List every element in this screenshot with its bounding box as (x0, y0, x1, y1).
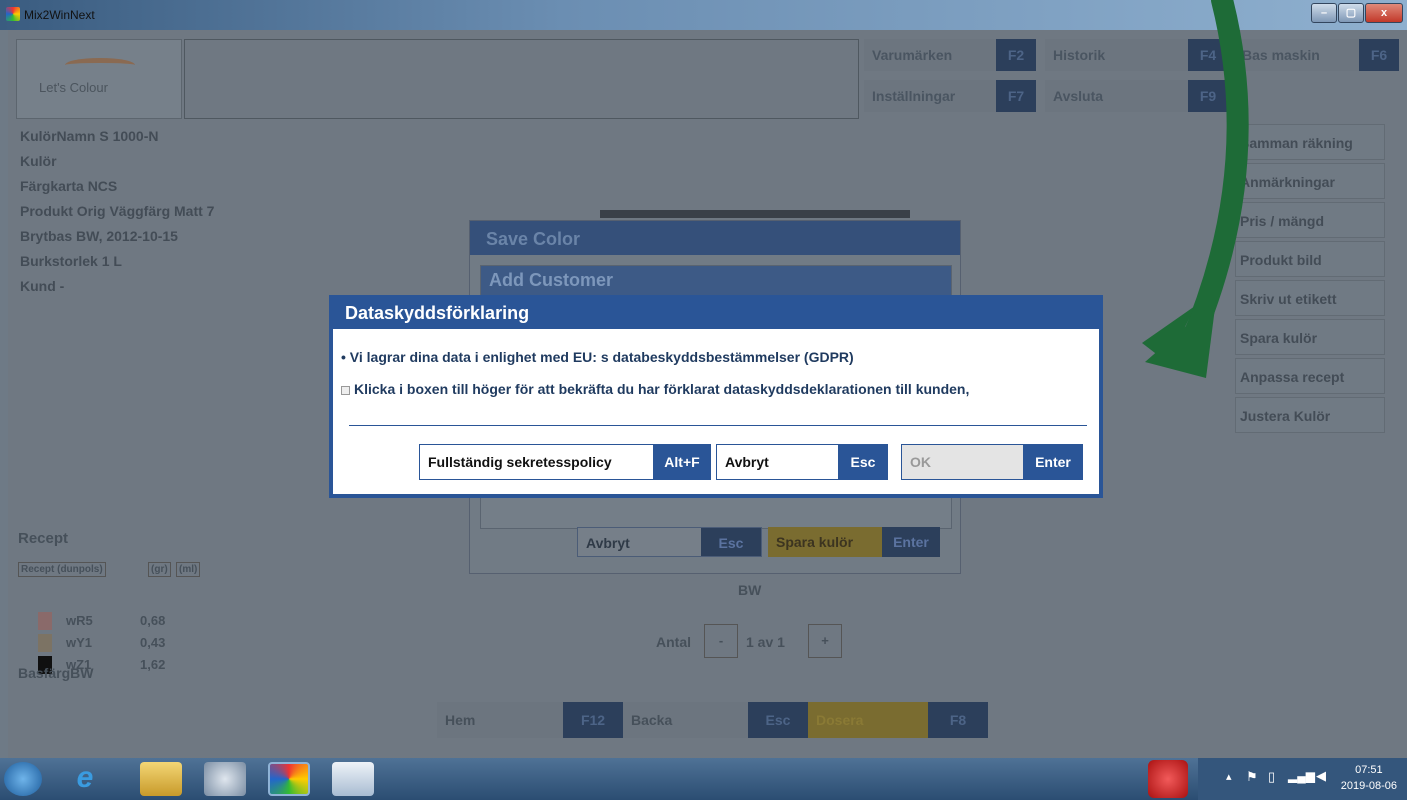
recipe-color-swatch (38, 612, 52, 630)
dialog-ok-button[interactable]: OK Enter (901, 444, 1083, 480)
paint-icon[interactable] (204, 762, 246, 796)
privacy-policy-button[interactable]: Fullständig sekretesspolicy Alt+F (419, 444, 711, 480)
antal-plus-button[interactable]: + (808, 624, 842, 658)
recipe-title: Recept (18, 530, 69, 547)
add-customer-title: Add Customer (481, 266, 951, 296)
system-tray: ▴ ⚑ ▯ ▂▄▆ ◀ 07:51 2019-08-06 (1148, 758, 1407, 800)
antal-count: 1 av 1 (746, 634, 785, 650)
center-base: BW (738, 582, 762, 598)
volume-icon[interactable]: ◀ (1316, 768, 1326, 784)
info-kulor: Kulör (20, 153, 57, 169)
mix2win-task-icon[interactable] (268, 762, 310, 796)
dosera-button[interactable]: Dosera F8 (808, 702, 988, 738)
justera-kulor-button[interactable]: Justera Kulör (1235, 397, 1385, 433)
info-fargkarta: Färgkarta NCS (20, 178, 118, 194)
antal-minus-button[interactable]: - (704, 624, 738, 658)
ie-icon[interactable]: e (64, 762, 106, 796)
installningar-button[interactable]: Inställningar F7 (864, 80, 1036, 112)
document-icon[interactable] (332, 762, 374, 796)
recipe-header-dunpols: Recept (dunpols) (18, 562, 106, 577)
flag-icon[interactable]: ⚑ (1246, 769, 1258, 785)
top-display-box (184, 39, 859, 119)
save-color-title: Save Color (470, 221, 960, 255)
dialog-cancel-button[interactable]: Avbryt Esc (716, 444, 888, 480)
recipe-row-value: 1,62 (140, 657, 166, 672)
info-brytbas: Brytbas BW, 2012-10-15 (20, 228, 178, 244)
background-bar (600, 210, 910, 218)
logo: Let's Colour (16, 39, 182, 119)
recipe-row-name: wY1 (66, 635, 93, 650)
close-button[interactable]: x (1365, 3, 1403, 23)
window-titlebar: Mix2WinNext – ▢ x (0, 0, 1407, 30)
anmarkningar-button[interactable]: Anmärkningar (1235, 163, 1385, 199)
gdpr-confirm-row: Klicka i boxen till höger för att bekräf… (341, 381, 969, 397)
gdpr-statement: • Vi lagrar dina data i enlighet med EU:… (341, 349, 854, 365)
window-title: Mix2WinNext (24, 8, 95, 22)
recipe-color-swatch (38, 634, 52, 652)
basmaskin-button[interactable]: Bas maskin F6 (1234, 39, 1399, 71)
minimize-button[interactable]: – (1311, 3, 1337, 23)
sammanrakning-button[interactable]: Samman räkning (1235, 124, 1385, 160)
historik-button[interactable]: Historik F4 (1045, 39, 1228, 71)
start-button[interactable] (4, 762, 42, 796)
anpassa-recept-button[interactable]: Anpassa recept (1235, 358, 1385, 394)
confirm-text: Klicka i boxen till höger för att bekräf… (354, 381, 970, 397)
signal-icon[interactable]: ▂▄▆ (1288, 769, 1315, 783)
recipe-base: BasfärgBW (18, 665, 94, 681)
recipe-row-name: wR5 (66, 613, 93, 628)
taskbar: e ▴ ⚑ ▯ ▂▄▆ ◀ 07:51 2019-08-06 (0, 758, 1407, 800)
varumarken-button[interactable]: Varumärken F2 (864, 39, 1036, 71)
dialog-title: Dataskyddsförklaring (333, 299, 1099, 329)
backa-button[interactable]: Backa Esc (623, 702, 808, 738)
confirm-checkbox[interactable] (341, 385, 350, 395)
info-burkstorlek: Burkstorlek 1 L (20, 253, 122, 269)
recipe-header-gr: (gr) (148, 562, 171, 577)
recipe-row-value: 0,68 (140, 613, 166, 628)
recipe-row-value: 0,43 (140, 635, 166, 650)
battery-icon[interactable]: ▯ (1268, 769, 1275, 785)
explorer-icon[interactable] (140, 762, 182, 796)
app-icon (6, 7, 20, 21)
info-produkt: Produkt Orig Väggfärg Matt 7 (20, 203, 215, 219)
clock[interactable]: 07:51 2019-08-06 (1341, 762, 1397, 794)
antal-label: Antal (656, 634, 691, 650)
info-kund: Kund - (20, 278, 65, 294)
pris-mangd-button[interactable]: Pris / mängd (1235, 202, 1385, 238)
recipe-header-ml: (ml) (176, 562, 201, 577)
tray-expand-icon[interactable]: ▴ (1226, 770, 1232, 783)
spara-kulor-button[interactable]: Spara kulör Enter (768, 527, 940, 557)
gdpr-dialog: Dataskyddsförklaring • Vi lagrar dina da… (329, 295, 1103, 498)
app-tray-icon[interactable] (1148, 760, 1188, 798)
produkt-bild-button[interactable]: Produkt bild (1235, 241, 1385, 277)
save-color-cancel-button[interactable]: Avbryt Esc (577, 527, 762, 557)
spara-kulor-side-button[interactable]: Spara kulör (1235, 319, 1385, 355)
info-kulornamn: KulörNamn S 1000-N (20, 128, 159, 144)
avsluta-button[interactable]: Avsluta F9 (1045, 80, 1228, 112)
dialog-divider (349, 425, 1087, 426)
hem-button[interactable]: Hem F12 (437, 702, 623, 738)
skriv-ut-etikett-button[interactable]: Skriv ut etikett (1235, 280, 1385, 316)
maximize-button[interactable]: ▢ (1338, 3, 1364, 23)
